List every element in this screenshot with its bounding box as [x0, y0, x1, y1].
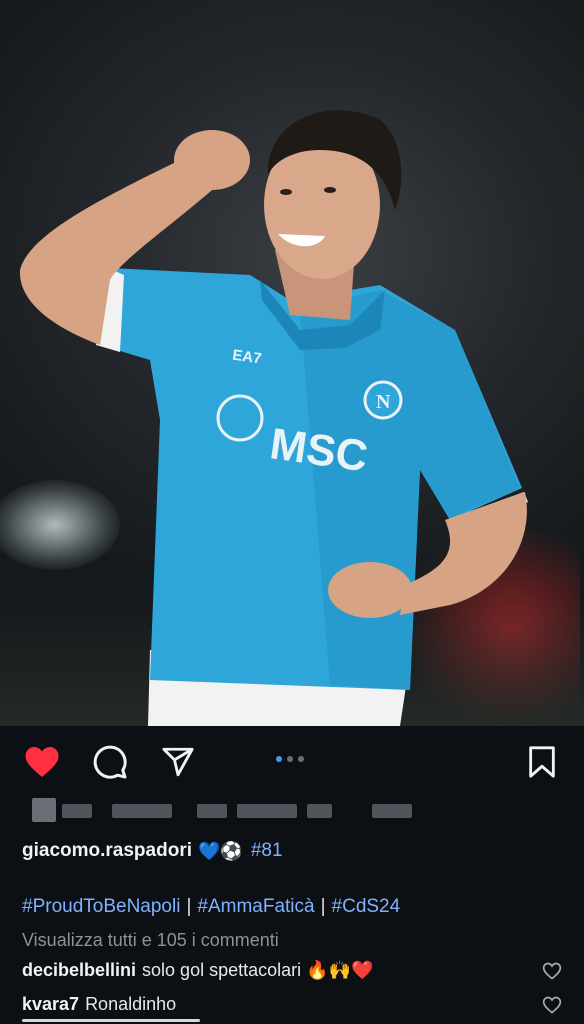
carousel-dot [287, 756, 293, 762]
home-indicator [22, 1019, 200, 1022]
comment-text: solo gol spettacolari 🔥🙌❤️ [142, 959, 374, 980]
comment-row: decibelbellini solo gol spettacolari 🔥🙌❤… [22, 956, 562, 984]
carousel-dot-active [276, 756, 282, 762]
heart-outline-icon[interactable] [542, 961, 562, 981]
svg-text:N: N [376, 391, 391, 413]
caption-author-line: giacomo.raspadori 💙⚽ #81 [22, 838, 283, 864]
carousel-dot [298, 756, 304, 762]
author-number-tag[interactable]: #81 [251, 840, 283, 862]
liked-by-redacted[interactable] [22, 796, 482, 824]
paper-plane-icon[interactable] [158, 742, 198, 782]
author-username[interactable]: giacomo.raspadori [22, 840, 192, 862]
caption-hashtags: #ProudToBeNapoli | #AmmaFaticà | #CdS24 [22, 894, 400, 920]
hashtag-link[interactable]: #AmmaFaticà [197, 896, 314, 918]
redacted-text [197, 804, 227, 818]
redacted-text [307, 804, 332, 818]
hashtag-separator: | [186, 896, 192, 917]
post-action-bar [0, 738, 584, 784]
redacted-text [112, 804, 172, 818]
view-all-comments-link[interactable]: Visualizza tutti e 105 i commenti [22, 928, 279, 952]
player-figure: MSC N EA7 [19, 110, 528, 726]
author-emoji: 💙⚽ [198, 840, 243, 861]
redacted-text [62, 804, 92, 818]
redacted-avatar [32, 798, 56, 822]
heart-icon[interactable] [22, 742, 62, 782]
post-photo[interactable]: MSC N EA7 [0, 0, 584, 726]
comment-row: kvara7 Ronaldinho [22, 990, 562, 1018]
redacted-text [372, 804, 412, 818]
hashtag-link[interactable]: #CdS24 [332, 896, 401, 918]
comment-username[interactable]: kvara7 [22, 994, 79, 1015]
speech-bubble-icon[interactable] [90, 742, 130, 782]
redacted-text [237, 804, 297, 818]
comment-username[interactable]: decibelbellini [22, 960, 136, 981]
hashtag-link[interactable]: #ProudToBeNapoli [22, 896, 180, 918]
bookmark-icon[interactable] [522, 742, 562, 782]
hashtag-separator: | [320, 896, 326, 917]
heart-outline-icon[interactable] [542, 995, 562, 1015]
comment-text: Ronaldinho [85, 993, 177, 1014]
carousel-indicator [276, 756, 304, 762]
